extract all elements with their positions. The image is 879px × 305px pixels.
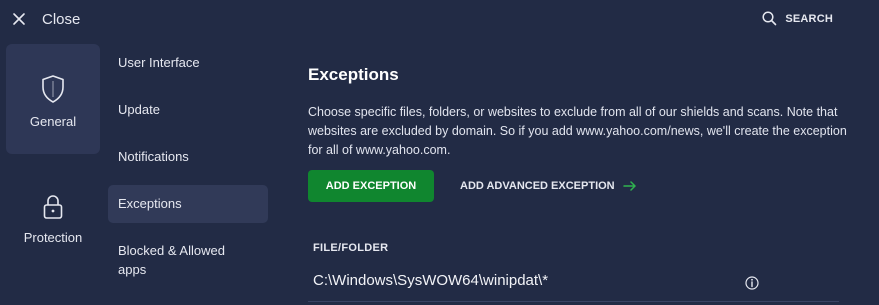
column-header-file-folder: FILE/FOLDER (313, 242, 389, 254)
info-icon[interactable] (745, 276, 759, 290)
search-icon (762, 11, 777, 26)
close-label: Close (42, 10, 81, 28)
add-advanced-exception-button[interactable]: ADD ADVANCED EXCEPTION (460, 170, 637, 202)
lock-icon (43, 195, 63, 219)
category-general[interactable]: General (6, 44, 100, 154)
close-icon (13, 13, 25, 25)
close-button[interactable]: Close (12, 9, 80, 29)
add-exception-button[interactable]: ADD EXCEPTION (308, 170, 434, 202)
page-description: Choose specific files, folders, or websi… (308, 105, 847, 157)
subnav-item-blocked-allowed-apps[interactable]: Blocked & Allowed apps (108, 241, 248, 279)
subnav-item-label: Exceptions (118, 196, 182, 211)
category-label: Protection (23, 230, 83, 245)
category-protection[interactable]: Protection (6, 162, 100, 272)
subnav-item-notifications[interactable]: Notifications (108, 147, 268, 166)
shield-icon (42, 75, 64, 103)
add-advanced-exception-label: ADD ADVANCED EXCEPTION (460, 180, 615, 192)
category-label: General (29, 114, 77, 129)
table-row[interactable]: C:\Windows\SysWOW64\winipdat\* (308, 266, 839, 302)
subnav-item-user-interface[interactable]: User Interface (108, 53, 268, 72)
search-button[interactable]: SEARCH (762, 11, 833, 26)
subnav-item-label: Update (118, 102, 160, 117)
exception-path: C:\Windows\SysWOW64\winipdat\* (313, 272, 549, 289)
page-title: Exceptions (308, 65, 399, 84)
subnav-item-label: Notifications (118, 149, 189, 164)
search-label: SEARCH (785, 12, 833, 25)
arrow-right-icon (622, 181, 636, 191)
subnav-item-exceptions[interactable]: Exceptions (108, 185, 268, 223)
subnav-item-label: User Interface (118, 55, 200, 70)
subnav-item-label: Blocked & Allowed apps (118, 243, 225, 277)
subnav-item-update[interactable]: Update (108, 100, 268, 119)
